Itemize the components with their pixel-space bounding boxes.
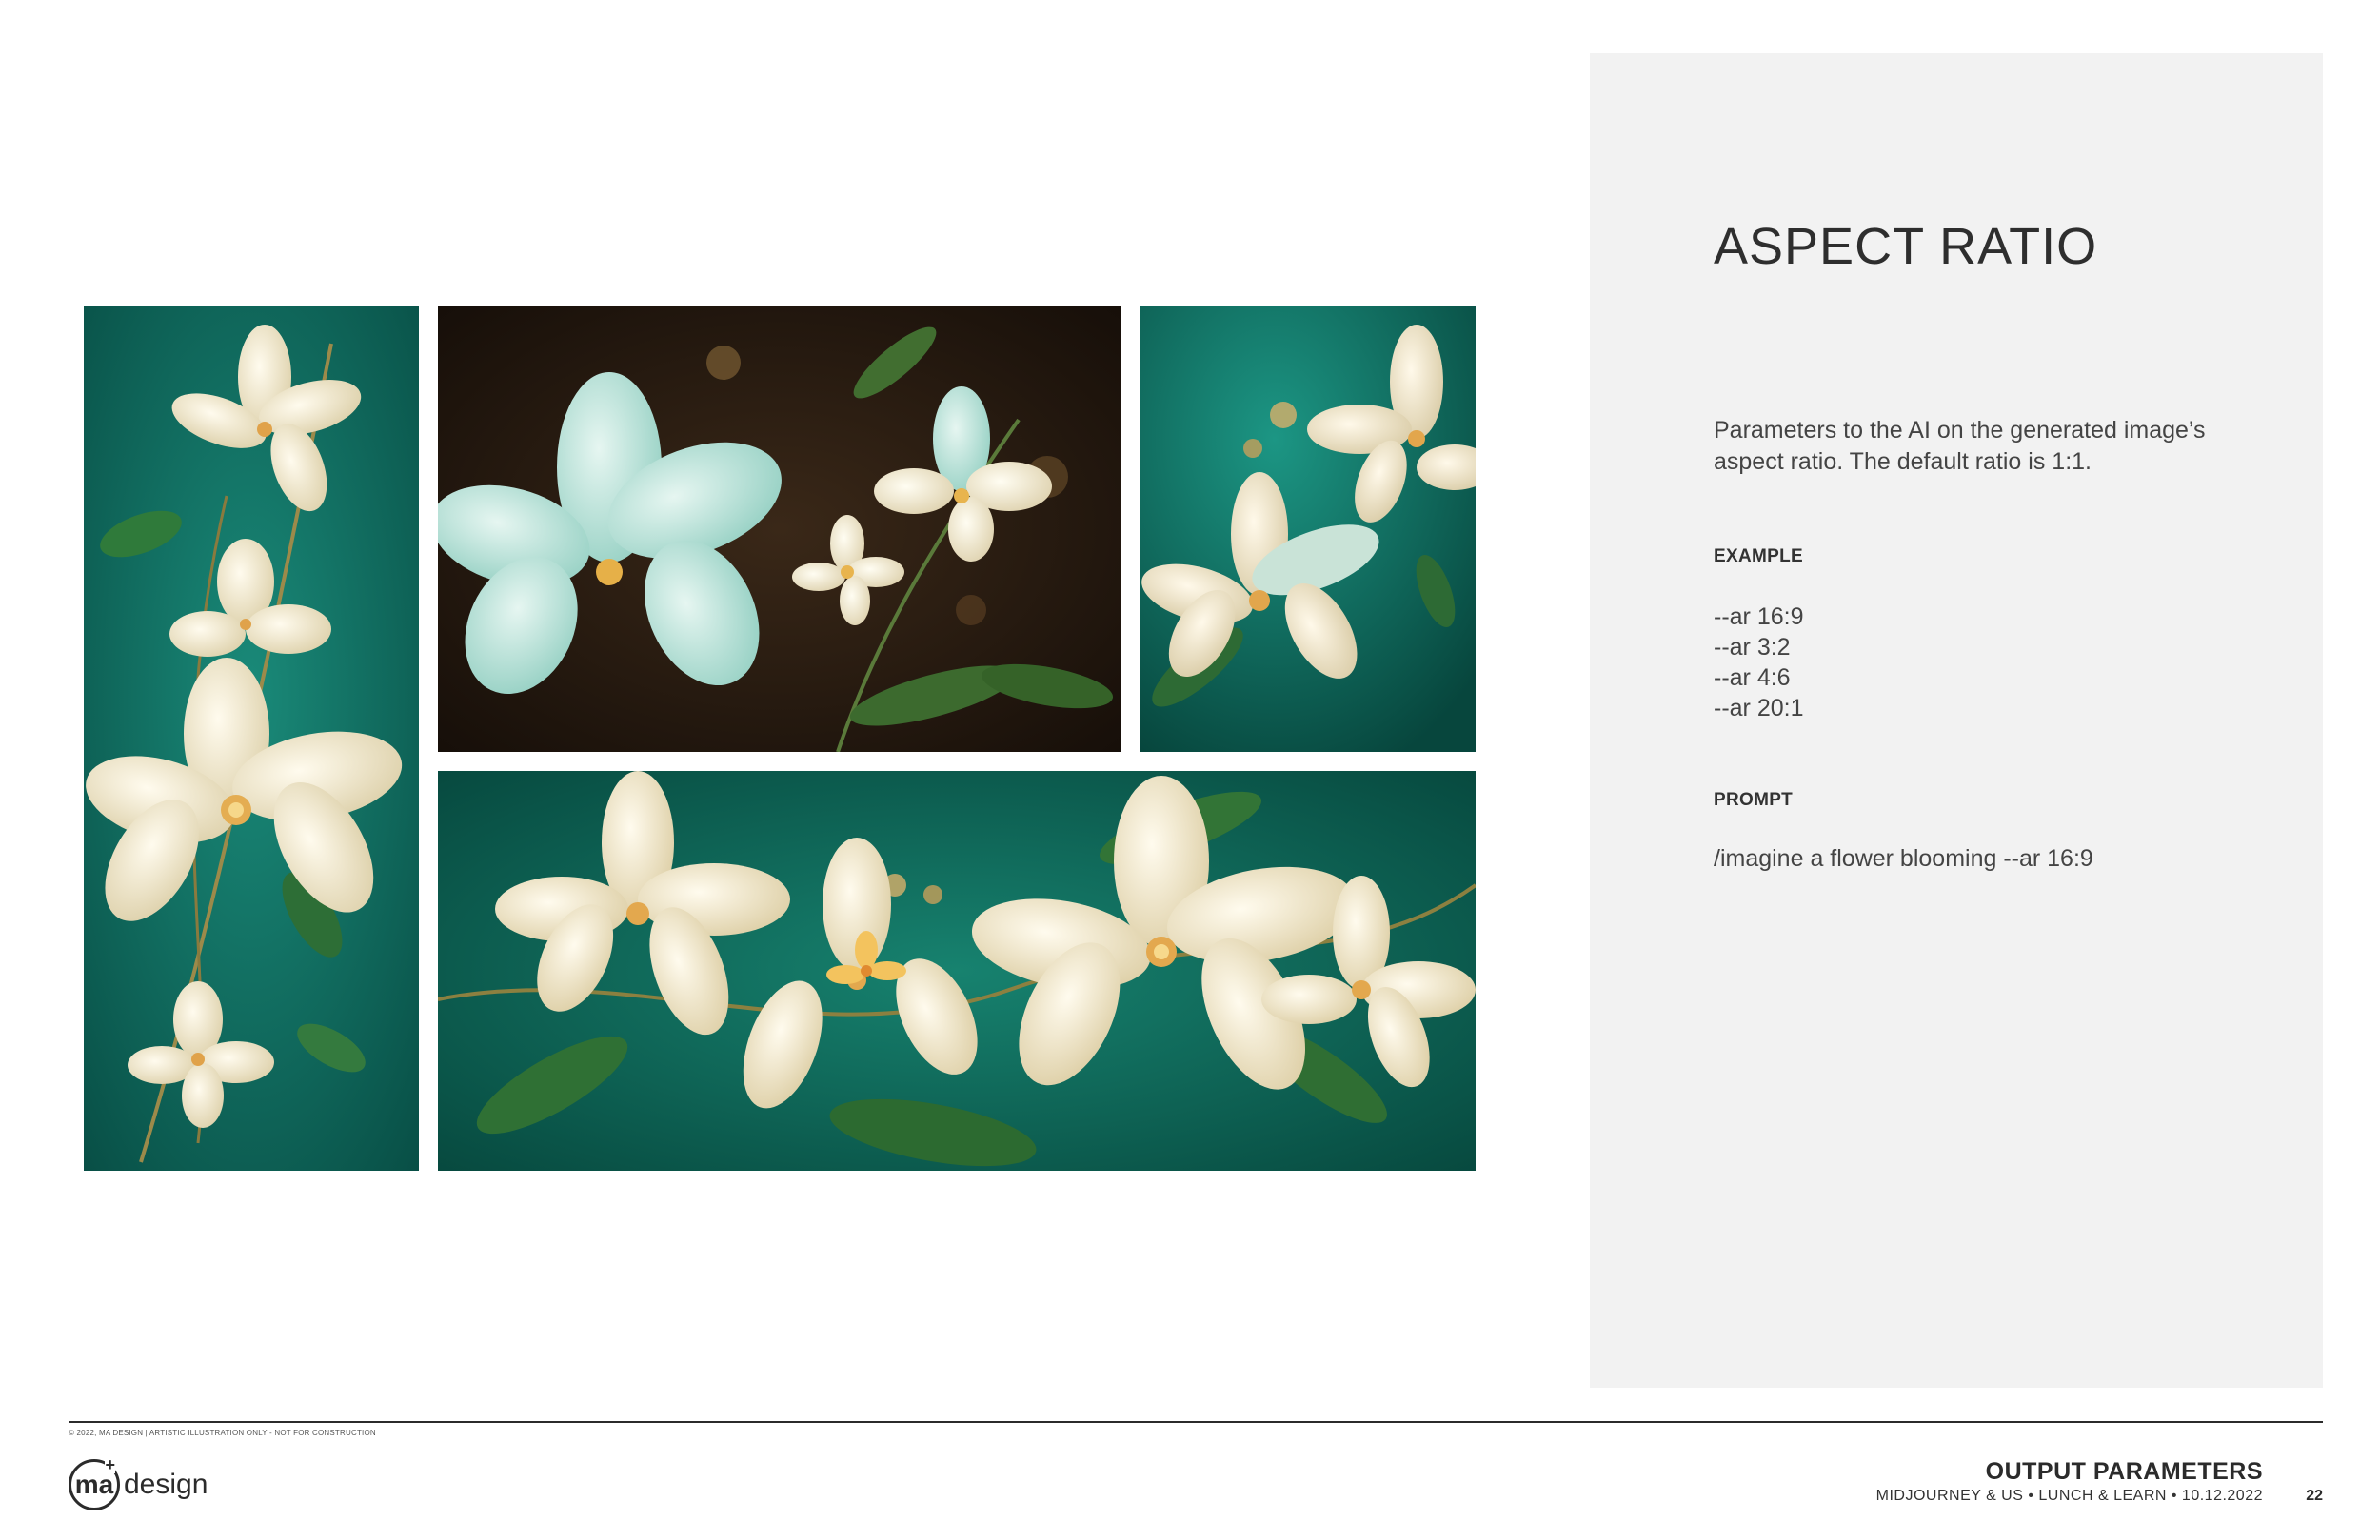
slide-description: Parameters to the AI on the generated im… [1714, 417, 2206, 475]
example-item: --ar 16:9 [1714, 603, 1804, 630]
section-title: OUTPUT PARAMETERS [1985, 1458, 2263, 1485]
flower-portrait-image [84, 306, 419, 1171]
footer-divider [69, 1421, 2323, 1423]
prompt-text: /imagine a flower blooming --ar 16:9 [1714, 845, 2093, 872]
example-item: --ar 3:2 [1714, 634, 1791, 661]
page-number: 22 [2306, 1488, 2323, 1504]
slide-title: ASPECT RATIO [1714, 218, 2098, 275]
prompt-label: PROMPT [1714, 790, 1794, 810]
example-label: EXAMPLE [1714, 546, 1803, 566]
flower-square-image [1140, 306, 1476, 752]
logo-mark: ma + [69, 1455, 120, 1510]
flower-wide-image [438, 771, 1476, 1171]
example-item: --ar 4:6 [1714, 664, 1791, 691]
example-list: --ar 16:9 --ar 3:2 --ar 4:6 --ar 20:1 [1714, 602, 1803, 723]
plus-icon: + [105, 1455, 115, 1474]
legal-notice: © 2022, MA DESIGN | ARTISTIC ILLUSTRATIO… [69, 1429, 376, 1437]
ma-design-logo: ma + design [69, 1454, 208, 1515]
logo-wordmark: design [124, 1469, 208, 1500]
flower-dark-image [438, 306, 1121, 752]
footer-subtitle: MIDJOURNEY & US • LUNCH & LEARN • 10.12.… [1875, 1488, 2263, 1504]
example-item: --ar 20:1 [1714, 695, 1804, 721]
